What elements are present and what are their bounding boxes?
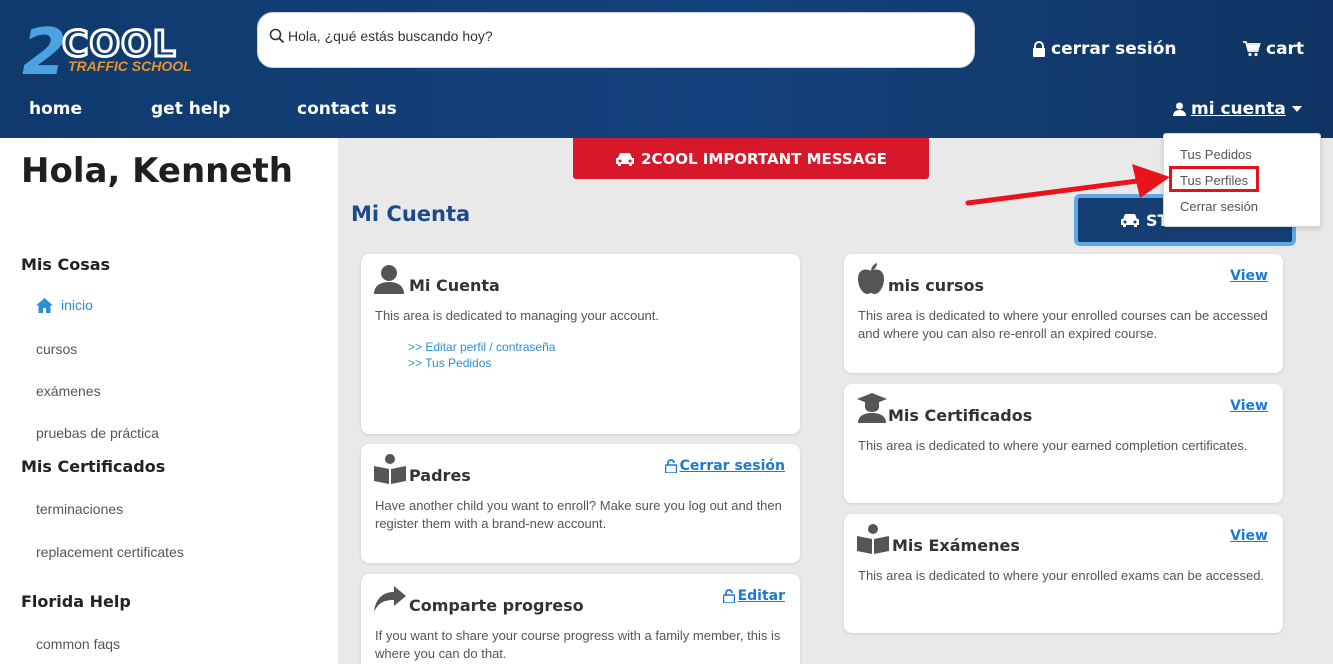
- section-florida-help: Florida Help: [21, 592, 131, 611]
- chevron-down-icon: [1291, 106, 1302, 112]
- comparte-edit-label: Editar: [737, 588, 785, 604]
- unlock-icon: [722, 589, 735, 603]
- card-description: If you want to share your course progres…: [375, 628, 781, 661]
- examenes-view-link[interactable]: View: [1230, 528, 1268, 544]
- sidebar-item-inicio[interactable]: inicio: [36, 297, 93, 313]
- padres-logout-link[interactable]: Cerrar sesión: [664, 458, 785, 474]
- parent-reading-icon: [374, 454, 406, 484]
- nav-contact-us[interactable]: contact us: [297, 99, 397, 119]
- card-description: This area is dedicated to managing your …: [375, 308, 660, 323]
- svg-text:2: 2: [22, 16, 67, 82]
- card-title: mis cursos: [888, 276, 985, 295]
- logout-link[interactable]: cerrar sesión: [1032, 39, 1177, 59]
- section-mis-cosas: Mis Cosas: [21, 255, 111, 274]
- red-arrow-annotation: [965, 164, 1170, 206]
- cursos-view-link[interactable]: View: [1230, 268, 1268, 284]
- user-icon: [1173, 102, 1186, 116]
- card-title: Mi Cuenta: [409, 276, 500, 295]
- nav-home[interactable]: home: [29, 99, 82, 119]
- card-title: Comparte progreso: [409, 596, 584, 615]
- certificados-view-link[interactable]: View: [1230, 398, 1268, 414]
- card-description: This area is dedicated to where your enr…: [858, 308, 1268, 341]
- search-bar[interactable]: [257, 12, 975, 68]
- search-icon: [269, 28, 285, 44]
- user-icon: [374, 265, 404, 294]
- sidebar-item-examenes[interactable]: exámenes: [36, 383, 101, 399]
- card-description: Have another child you want to enroll? M…: [375, 498, 782, 531]
- graduate-icon: [857, 393, 887, 423]
- important-message-label: 2COOL IMPORTANT MESSAGE: [641, 149, 887, 168]
- sidebar-item-replacement-certificates[interactable]: replacement certificates: [36, 544, 184, 560]
- dropdown-item-cerrar-sesion[interactable]: Cerrar sesión: [1180, 199, 1258, 214]
- comparte-edit-link[interactable]: Editar: [722, 588, 785, 604]
- cart-link[interactable]: cart: [1243, 39, 1304, 59]
- card-title: Mis Certificados: [888, 406, 1033, 425]
- lock-icon: [1033, 41, 1045, 57]
- page-title: Mi Cuenta: [351, 202, 471, 226]
- padres-logout-label: Cerrar sesión: [679, 458, 785, 474]
- svg-text:TRAFFIC SCHOOL: TRAFFIC SCHOOL: [68, 58, 192, 74]
- 2cool-logo[interactable]: 2 COOL TRAFFIC SCHOOL: [22, 14, 192, 82]
- account-label: mi cuenta: [1191, 99, 1286, 119]
- sidebar-item-common-faqs[interactable]: common faqs: [36, 636, 120, 652]
- reading-icon: [857, 524, 889, 554]
- important-message-button[interactable]: 2COOL IMPORTANT MESSAGE: [573, 138, 929, 179]
- share-arrow-icon: [374, 586, 406, 612]
- dropdown-item-tus-pedidos[interactable]: Tus Pedidos: [1180, 147, 1252, 162]
- unlock-icon: [664, 459, 677, 473]
- account-menu-toggle[interactable]: mi cuenta: [1173, 99, 1302, 119]
- sidebar-item-pruebas-de-practica[interactable]: pruebas de práctica: [36, 425, 159, 441]
- card-title: Mis Exámenes: [892, 536, 1020, 555]
- orders-link[interactable]: >> Tus Pedidos: [408, 356, 491, 370]
- cart-icon: [1243, 41, 1261, 57]
- edit-profile-link[interactable]: >> Editar perfil / contraseña: [408, 340, 555, 354]
- card-description: This area is dedicated to where your ear…: [858, 438, 1248, 453]
- car-icon: [616, 152, 635, 166]
- sidebar-item-terminaciones[interactable]: terminaciones: [36, 501, 123, 517]
- apple-icon: [858, 263, 884, 294]
- site-header: 2 COOL TRAFFIC SCHOOL cerrar sesión cart…: [0, 0, 1333, 138]
- search-input[interactable]: [288, 23, 888, 49]
- car-icon: [1121, 214, 1139, 227]
- sidebar: Hola, Kenneth Mis Cosas inicio cursos ex…: [0, 138, 338, 664]
- sidebar-item-label: inicio: [61, 297, 93, 313]
- highlight-annotation-box: [1169, 166, 1259, 192]
- cart-label: cart: [1266, 39, 1305, 59]
- card-mis-cursos: mis cursos View This area is dedicated t…: [844, 254, 1283, 373]
- home-icon: [36, 297, 53, 313]
- card-mi-cuenta: Mi Cuenta This area is dedicated to mana…: [361, 254, 800, 434]
- card-title: Padres: [409, 466, 471, 485]
- card-description: This area is dedicated to where your enr…: [858, 568, 1265, 583]
- sidebar-item-cursos[interactable]: cursos: [36, 341, 77, 357]
- card-mis-examenes: Mis Exámenes View This area is dedicated…: [844, 514, 1283, 633]
- card-padres: Padres Cerrar sesión Have another child …: [361, 444, 800, 563]
- card-mis-certificados: Mis Certificados View This area is dedic…: [844, 384, 1283, 503]
- card-comparte-progreso: Comparte progreso Editar If you want to …: [361, 574, 800, 664]
- nav-get-help[interactable]: get help: [151, 99, 230, 119]
- logout-label: cerrar sesión: [1051, 39, 1177, 59]
- greeting-heading: Hola, Kenneth: [21, 151, 293, 191]
- section-mis-certificados: Mis Certificados: [21, 457, 166, 476]
